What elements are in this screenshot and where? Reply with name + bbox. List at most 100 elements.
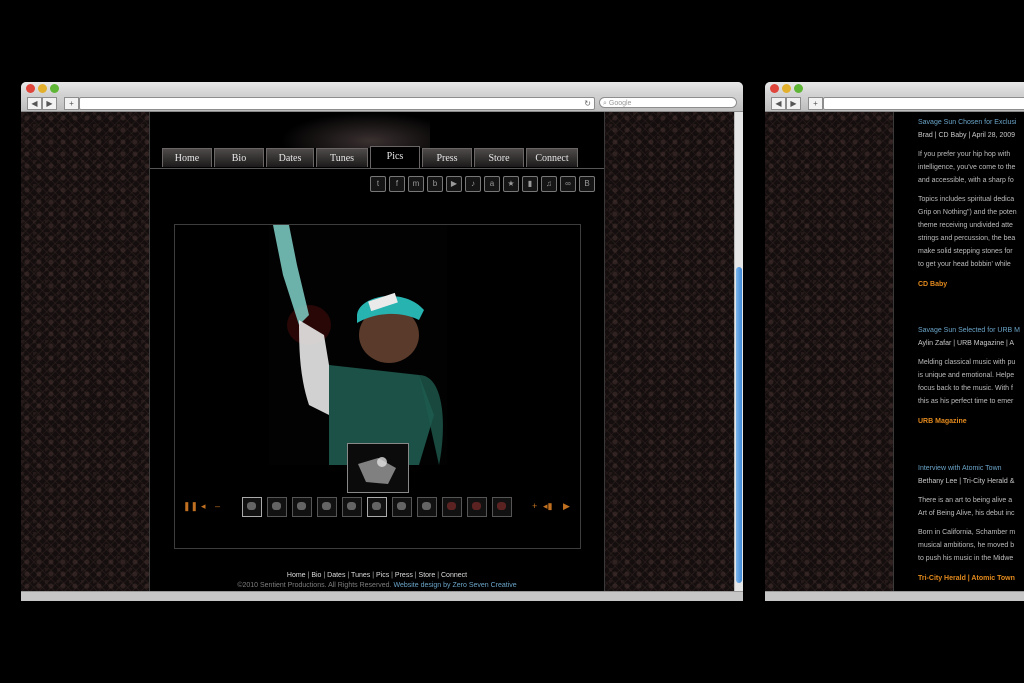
minus-icon[interactable]: – <box>215 501 220 511</box>
site-footer: Home | Bio | Dates | Tunes | Pics | Pres… <box>150 571 604 591</box>
thumbnail-image <box>472 502 481 510</box>
nav-tab-connect[interactable]: Connect <box>526 148 578 167</box>
play-icon[interactable]: ▶ <box>563 501 570 511</box>
amazon-icon[interactable]: a <box>484 176 500 192</box>
article-meta: Brad | CD Baby | April 28, 2009 <box>918 132 1016 139</box>
pause-icon[interactable]: ❚❚ <box>183 501 198 511</box>
chart-icon[interactable]: ▮ <box>522 176 538 192</box>
thumbnail-image <box>447 502 456 510</box>
vertical-scrollbar[interactable] <box>734 112 743 592</box>
footer-link-dates[interactable]: Dates <box>327 572 345 579</box>
paragraph-line: Topics includes spiritual dedica <box>918 196 1015 203</box>
gallery-thumbnail[interactable] <box>467 497 487 517</box>
article-title[interactable]: Savage Sun Selected for URB M <box>918 326 1024 336</box>
thumbnail-image <box>272 502 281 510</box>
paragraph-line: theme receiving undivided atte <box>918 222 1013 229</box>
youtube-icon[interactable]: ▶ <box>446 176 462 192</box>
article-source-link[interactable]: CD Baby <box>918 280 1024 290</box>
footer-link-home[interactable]: Home <box>287 572 306 579</box>
gallery-thumbnail[interactable] <box>492 497 512 517</box>
gallery-thumbnail[interactable] <box>417 497 437 517</box>
nav-tab-press[interactable]: Press <box>422 148 472 167</box>
back-button[interactable]: ◀ <box>27 97 42 110</box>
previous-icon[interactable]: ◂ <box>201 501 206 511</box>
zoom-window-button[interactable] <box>50 84 59 93</box>
address-bar[interactable] <box>823 97 1024 110</box>
article-source-link[interactable]: URB Magazine <box>918 417 1024 427</box>
add-bookmark-button[interactable]: + <box>808 97 823 110</box>
thumbnail-image <box>247 502 256 510</box>
gallery-thumbnail[interactable] <box>317 497 337 517</box>
press-article: Savage Sun Selected for URB M Aylin Zafar… <box>918 326 1024 427</box>
back-button[interactable]: ◀ <box>771 97 786 110</box>
gallery-thumbnail[interactable] <box>342 497 362 517</box>
myspace-icon[interactable]: m <box>408 176 424 192</box>
gallery-thumbnail[interactable] <box>442 497 462 517</box>
minimize-window-button[interactable] <box>782 84 791 93</box>
address-bar[interactable]: ↻ <box>79 97 595 110</box>
paragraph-line: If you prefer your hip hop with <box>918 151 1011 158</box>
preview-image <box>348 444 408 492</box>
itunes-icon[interactable]: ♪ <box>465 176 481 192</box>
star-icon[interactable]: ★ <box>503 176 519 192</box>
bebo-icon[interactable]: b <box>427 176 443 192</box>
music-icon[interactable]: ♫ <box>541 176 557 192</box>
footer-link-bio[interactable]: Bio <box>311 572 321 579</box>
footer-link-connect[interactable]: Connect <box>441 572 467 579</box>
plus-icon[interactable]: + <box>532 501 537 511</box>
search-field[interactable]: ⌕ Google <box>599 97 737 108</box>
gallery-photo[interactable] <box>269 225 447 465</box>
nav-tab-store[interactable]: Store <box>474 148 524 167</box>
paragraph-line: to get your head bobbin' while <box>918 261 1011 268</box>
footer-link-pics[interactable]: Pics <box>376 572 389 579</box>
article-title[interactable]: Interview with Atomic Town <box>918 464 1024 474</box>
article-paragraph: There is an art to being alive a Art of B… <box>918 496 1024 519</box>
scrollbar-thumb[interactable] <box>736 267 742 583</box>
nav-tab-home[interactable]: Home <box>162 148 212 167</box>
copyright-text: ©2010 Sentient Productions. All Rights R… <box>237 582 392 589</box>
lastfm-icon[interactable]: ∞ <box>560 176 576 192</box>
thumbnail-image <box>397 502 406 510</box>
footer-link-store[interactable]: Store <box>419 572 436 579</box>
status-bar <box>765 591 1024 601</box>
header-graphic <box>280 112 430 148</box>
twitter-icon[interactable]: t <box>370 176 386 192</box>
search-icon: ⌕ <box>603 100 607 107</box>
nav-tab-bio[interactable]: Bio <box>214 148 264 167</box>
close-window-button[interactable] <box>770 84 779 93</box>
add-bookmark-button[interactable]: + <box>64 97 79 110</box>
forward-button[interactable]: ▶ <box>786 97 801 110</box>
article-title[interactable]: Savage Sun Chosen for Exclusi <box>918 118 1024 128</box>
browser-window-press: ◀ ▶ + Savage Sun Chosen for Exclusi Brad … <box>765 82 1024 601</box>
paragraph-line: intelligence, you've come to the <box>918 164 1016 171</box>
photo-gallery: ❚❚ ◂ – + ◂▮ ▶ <box>174 224 581 549</box>
facebook-icon[interactable]: f <box>389 176 405 192</box>
paragraph-line: Born in California, Schamber m <box>918 529 1016 536</box>
thumbnail-strip: ❚❚ ◂ – + ◂▮ ▶ <box>175 497 580 517</box>
nav-tab-pics[interactable]: Pics <box>370 146 420 168</box>
gallery-thumbnail[interactable] <box>242 497 262 517</box>
gallery-thumbnail[interactable] <box>367 497 387 517</box>
footer-link-press[interactable]: Press <box>395 572 413 579</box>
zoom-window-button[interactable] <box>794 84 803 93</box>
article-source-link[interactable]: Tri-City Herald | Atomic Town <box>918 574 1024 584</box>
close-window-button[interactable] <box>26 84 35 93</box>
gallery-thumbnail[interactable] <box>292 497 312 517</box>
forward-button[interactable]: ▶ <box>42 97 57 110</box>
nav-tab-tunes[interactable]: Tunes <box>316 148 368 167</box>
blogger-icon[interactable]: B <box>579 176 595 192</box>
article-meta: Bethany Lee | Tri-City Herald & <box>918 478 1015 485</box>
footer-link-tunes[interactable]: Tunes <box>351 572 370 579</box>
gallery-thumbnail[interactable] <box>392 497 412 517</box>
minimize-window-button[interactable] <box>38 84 47 93</box>
next-frame-icon[interactable]: ◂▮ <box>543 501 552 511</box>
press-article: Interview with Atomic Town Bethany Lee | … <box>918 464 1024 584</box>
reload-icon[interactable]: ↻ <box>584 98 591 109</box>
nav-tab-dates[interactable]: Dates <box>266 148 314 167</box>
paragraph-line: and accessible, with a sharp fo <box>918 177 1014 184</box>
gallery-thumbnail[interactable] <box>267 497 287 517</box>
search-placeholder: Google <box>608 100 632 107</box>
paragraph-line: to push his music in the Midwe <box>918 555 1014 562</box>
design-credit-link[interactable]: Website design by Zero Seven Creative <box>393 582 516 589</box>
article-meta: Aylin Zafar | URB Magazine | A <box>918 340 1015 347</box>
